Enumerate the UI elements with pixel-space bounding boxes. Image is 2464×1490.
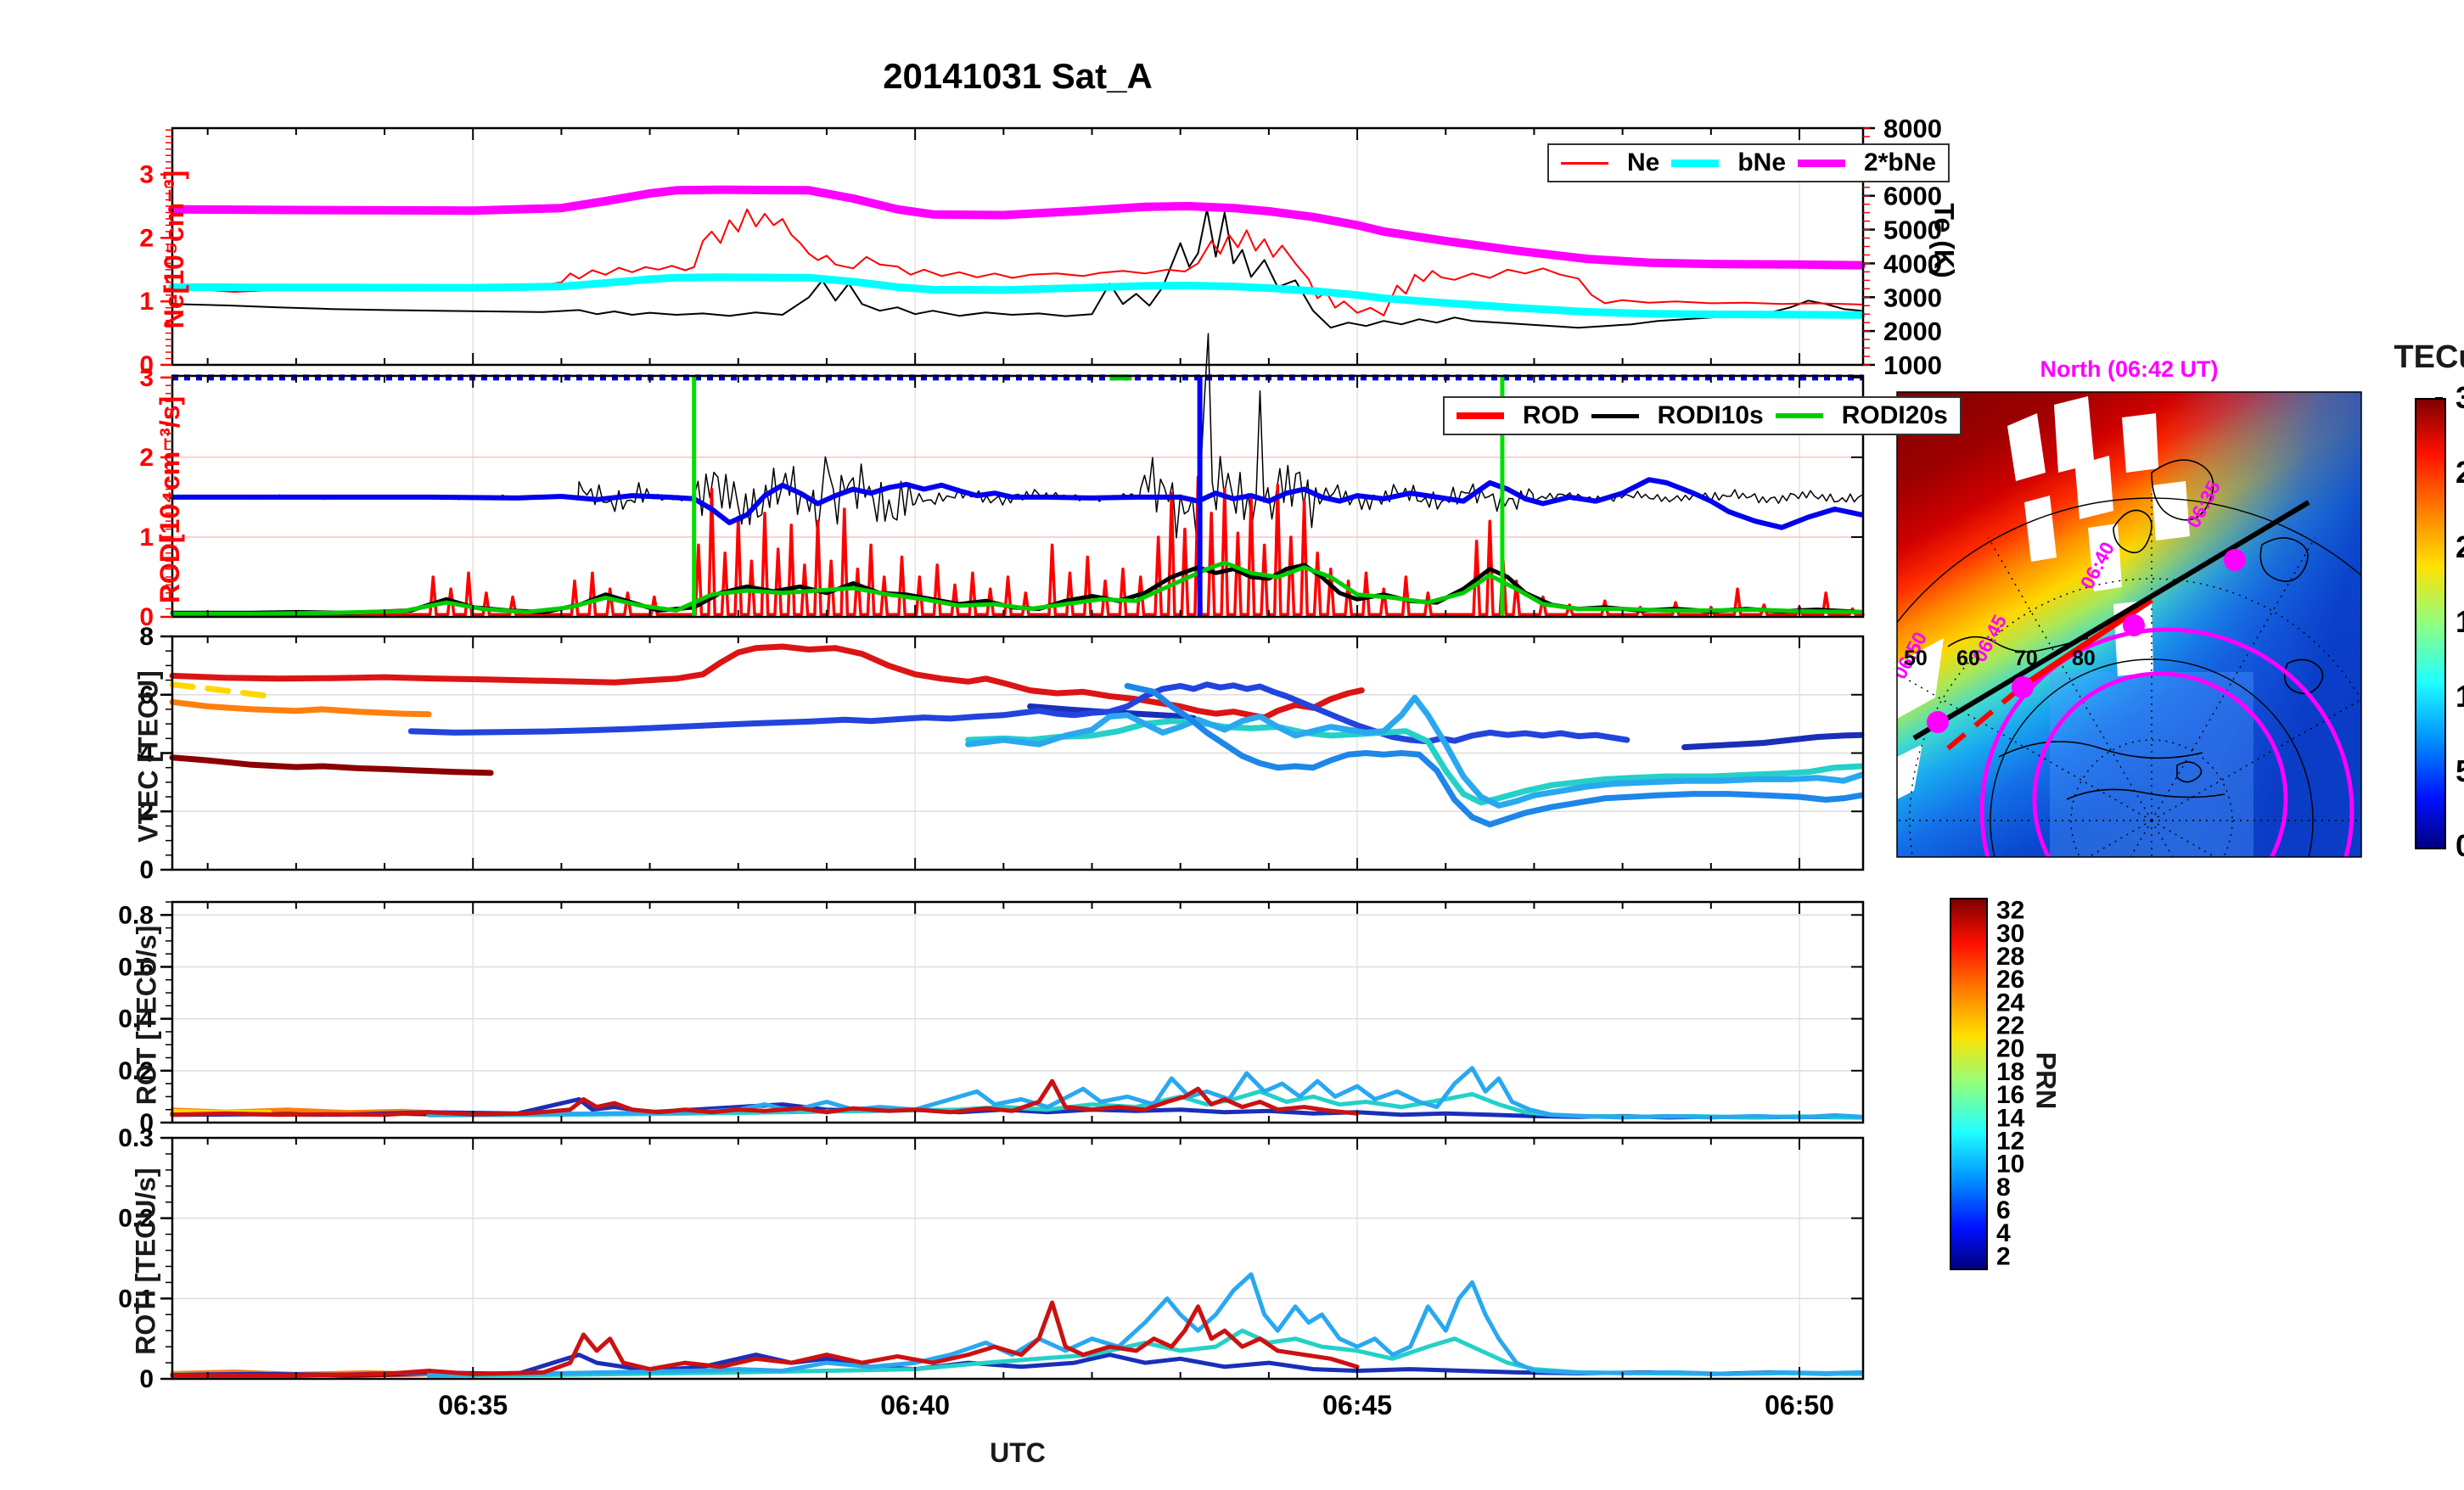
- legend-line-2*bNe: [1798, 159, 1846, 167]
- tecu-tick-label: 15: [2456, 604, 2464, 639]
- legend-label: RODI20s: [1841, 401, 1948, 429]
- ytick-rod: 1: [139, 524, 154, 552]
- legend-rod: ROD RODI10s RODI20s: [1443, 396, 1962, 435]
- legend-label: 2*bNe: [1864, 148, 1937, 176]
- legend-label: RODI10s: [1657, 401, 1764, 429]
- tec-polar-map: 06:3506:4006:4506:5050 60 70 80: [1896, 391, 2362, 858]
- legend-line-RODI10s: [1591, 413, 1639, 418]
- track-dot: [2224, 549, 2246, 571]
- ytick-ne-te: 3: [139, 161, 154, 189]
- panel-vtec: 02468: [139, 623, 1865, 884]
- map-title: North (06:42 UT): [2040, 356, 2219, 382]
- latitude-label: 60: [1956, 647, 1980, 670]
- figure-title: 20141031 Sat_A: [883, 56, 1153, 96]
- xtick-label: 06:50: [1765, 1390, 1834, 1420]
- tecu-tick-label: 0: [2456, 828, 2464, 863]
- track-dot: [2012, 676, 2034, 698]
- axis-label-rod: ROD[10⁴cm⁻³/s]: [154, 395, 185, 604]
- panel-rod: 0123: [139, 333, 1865, 631]
- latitude-label: 70: [2014, 647, 2038, 670]
- latitude-label: 50: [1904, 647, 1928, 670]
- legend-line-bNe: [1671, 159, 1720, 167]
- axis-label-vtec: VTEC [TECU]: [132, 670, 164, 843]
- panel-roti: 00.10.20.306:35 06:40 06:45 06:50: [118, 1124, 1865, 1420]
- axis-label-utc: UTC: [990, 1437, 1046, 1468]
- xtick-label: 06:40: [880, 1390, 950, 1420]
- tecu-tick-label: 25: [2456, 455, 2464, 490]
- figure-canvas: 0123100020003000400050006000700080000123…: [0, 0, 2464, 1490]
- legend-label: Ne: [1627, 148, 1660, 176]
- tecu-tick-label: 30: [2456, 380, 2464, 415]
- plot-area: 0123100020003000400050006000700080000123…: [118, 114, 2464, 1420]
- tecu-colorbar-title: TECu: [2394, 339, 2464, 375]
- prn-colorbar-label: PRN: [2030, 1051, 2062, 1110]
- axis-label-ne: Ne[10⁵cm⁻³]: [159, 170, 189, 329]
- tecu-tick-label: 5: [2456, 753, 2464, 788]
- ytick-ne-te: 2: [139, 224, 154, 252]
- panel-rot: 00.20.40.60.8: [118, 900, 1865, 1137]
- tecu-colorbar: [2415, 398, 2446, 849]
- legend-line-ROD: [1457, 412, 1504, 419]
- legend-line-Ne: [1561, 161, 1608, 165]
- ytick-ne-te: 1: [139, 288, 154, 316]
- legend-label: bNe: [1737, 148, 1787, 176]
- xtick-label: 06:35: [438, 1390, 508, 1420]
- prn-tick-label: 32: [1996, 897, 2024, 925]
- latitude-label: 80: [2072, 647, 2096, 670]
- legend-line-RODI20s: [1775, 413, 1823, 418]
- axis-label-roti: ROTI [TECU/s]: [130, 1168, 161, 1355]
- track-dot: [1927, 711, 1949, 733]
- legend-label: ROD: [1523, 401, 1580, 429]
- prn-colorbar: [1950, 898, 1988, 1270]
- ytick-rod: 3: [139, 364, 154, 392]
- tecu-tick-label: 20: [2456, 529, 2464, 564]
- ytick-rod: 2: [139, 444, 154, 472]
- track-dot: [2123, 614, 2145, 636]
- xtick-label: 06:45: [1322, 1390, 1392, 1420]
- legend-ne-te: Ne bNe 2*bNe: [1547, 143, 1950, 182]
- tecu-tick-label: 10: [2456, 679, 2464, 714]
- axis-label-rot: ROT [TECU/s]: [131, 925, 162, 1106]
